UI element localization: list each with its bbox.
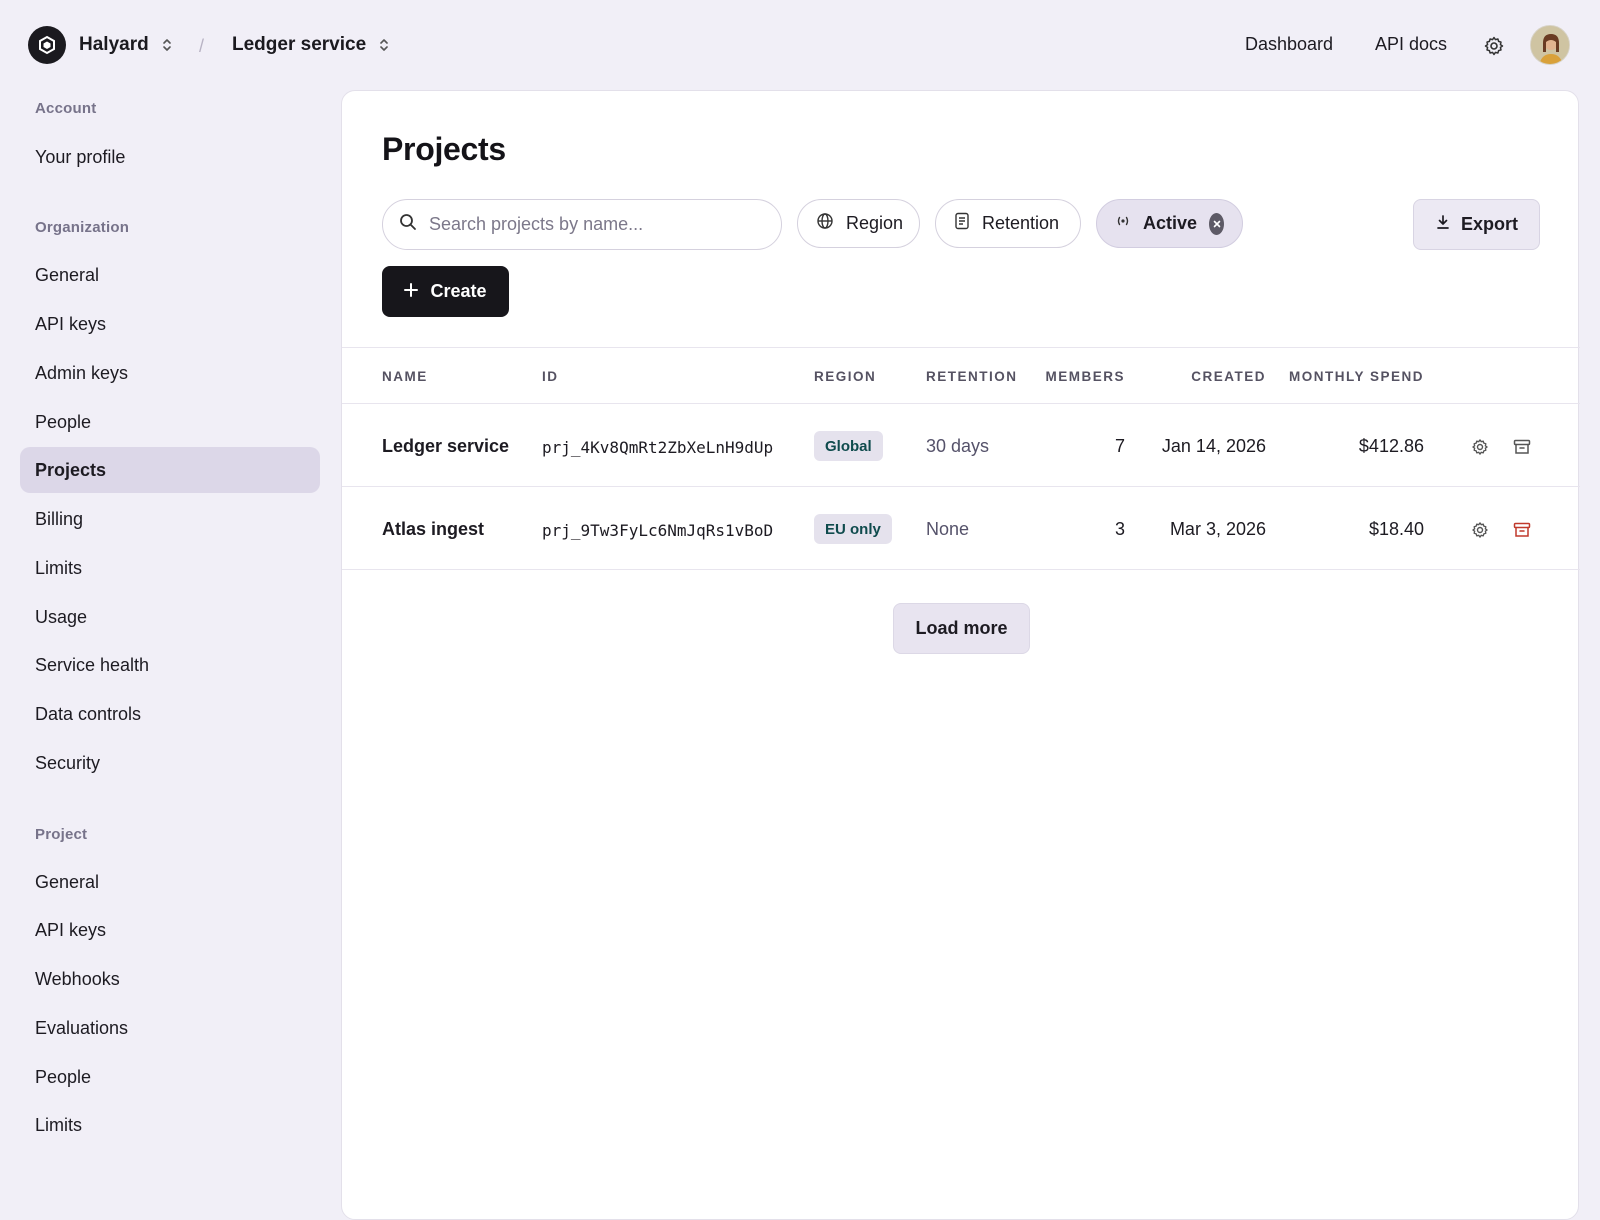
sidebar-item-security[interactable]: Security [20, 740, 320, 786]
project-name-cell[interactable]: Atlas ingest [382, 519, 484, 540]
project-id-cell: prj_4Kv8QmRt2ZbXeLnH9dUp [542, 438, 774, 457]
sidebar-item-projects[interactable]: Projects [20, 447, 320, 493]
column-header-created[interactable]: CREATED [1191, 369, 1266, 384]
clear-filter-close-icon[interactable] [1209, 212, 1224, 235]
settings-gear-icon[interactable] [1482, 34, 1506, 58]
table-row[interactable]: Atlas ingest prj_9Tw3FyLc6NmJqRs1vBoD EU… [342, 487, 1580, 570]
sidebar-item-usage[interactable]: Usage [20, 594, 320, 640]
sidebar-item-project-limits[interactable]: Limits [20, 1102, 320, 1148]
project-name-cell[interactable]: Ledger service [382, 436, 509, 457]
archive-icon[interactable] [1512, 437, 1532, 457]
project-switcher[interactable]: Ledger service [232, 34, 390, 56]
sidebar-item-admin-keys[interactable]: Admin keys [20, 350, 320, 396]
column-header-retention[interactable]: RETENTION [926, 369, 1018, 384]
archive-danger-icon[interactable] [1512, 520, 1532, 540]
active-status-filter[interactable]: Active [1096, 199, 1243, 248]
top-bar: Halyard / Ledger service Dashboard API d… [0, 0, 1600, 90]
members-cell: 3 [1114, 519, 1125, 539]
sidebar-item-service-health[interactable]: Service health [20, 642, 320, 688]
column-header-monthly-spend[interactable]: MONTHLY SPEND [1289, 369, 1424, 384]
sidebar-heading-organization: Organization [35, 219, 130, 236]
sidebar-item-org-people[interactable]: People [20, 399, 320, 445]
org-logo-icon[interactable] [28, 26, 66, 64]
region-filter-label: Region [846, 213, 904, 233]
nav-api-docs-link[interactable]: API docs [1375, 34, 1447, 55]
retention-filter-button[interactable]: Retention [935, 199, 1081, 248]
sidebar-item-org-api-keys[interactable]: API keys [20, 301, 320, 347]
retention-cell: None [926, 519, 970, 539]
sidebar-item-org-limits[interactable]: Limits [20, 545, 320, 591]
sidebar-item-evaluations[interactable]: Evaluations [20, 1005, 320, 1051]
search-icon [399, 213, 417, 236]
chevron-updown-icon [161, 37, 173, 53]
members-cell: 7 [1114, 436, 1125, 456]
project-name: Ledger service [232, 34, 367, 55]
sidebar-item-data-controls[interactable]: Data controls [20, 691, 320, 737]
created-cell: Jan 14, 2026 [1161, 436, 1266, 456]
sidebar-item-project-people[interactable]: People [20, 1054, 320, 1100]
column-header-id: ID [542, 369, 559, 384]
sidebar-item-billing[interactable]: Billing [20, 496, 320, 542]
project-id-cell: prj_9Tw3FyLc6NmJqRs1vBoD [542, 521, 774, 540]
projects-panel: Projects Region Retention Active Export [341, 90, 1580, 1220]
create-label: Create [430, 281, 487, 301]
load-more-button[interactable]: Load more [893, 603, 1030, 654]
column-header-members[interactable]: MEMBERS [1045, 369, 1125, 384]
row-settings-gear-icon[interactable] [1470, 437, 1490, 457]
region-badge: EU only [814, 514, 892, 544]
export-button[interactable]: Export [1413, 199, 1540, 250]
sidebar-item-your-profile[interactable]: Your profile [20, 134, 320, 180]
sidebar-item-project-api-keys[interactable]: API keys [20, 907, 320, 953]
table-header: NAME ID REGION RETENTION MEMBERS CREATED… [342, 347, 1580, 404]
sidebar-heading-project: Project [35, 826, 88, 843]
retention-filter-label: Retention [982, 213, 1060, 233]
monthly-spend-cell: $18.40 [1368, 519, 1424, 539]
plus-icon [404, 281, 419, 302]
create-project-button[interactable]: Create [382, 266, 509, 317]
breadcrumb-separator: / [199, 36, 205, 56]
sidebar-heading-account: Account [35, 100, 97, 117]
nav-dashboard-link[interactable]: Dashboard [1245, 34, 1333, 55]
download-icon [1435, 214, 1451, 235]
region-badge: Global [814, 431, 883, 461]
sidebar-item-org-general[interactable]: General [20, 252, 320, 298]
column-header-region[interactable]: REGION [814, 369, 876, 384]
document-icon [954, 212, 970, 235]
broadcast-icon [1115, 213, 1131, 234]
chevron-updown-icon [378, 37, 390, 53]
org-switcher[interactable]: Halyard [79, 34, 173, 56]
created-cell: Mar 3, 2026 [1169, 519, 1266, 539]
user-avatar[interactable] [1530, 25, 1570, 65]
sidebar-item-webhooks[interactable]: Webhooks [20, 956, 320, 1002]
search-input[interactable] [429, 214, 759, 235]
sidebar-item-project-general[interactable]: General [20, 859, 320, 905]
export-label: Export [1460, 214, 1518, 234]
page-title: Projects [382, 131, 506, 167]
region-filter-button[interactable]: Region [797, 199, 920, 248]
monthly-spend-cell: $412.86 [1358, 436, 1424, 456]
table-row[interactable]: Ledger service prj_4Kv8QmRt2ZbXeLnH9dUp … [342, 404, 1580, 487]
sidebar: Account Your profile Organization Genera… [0, 90, 340, 1200]
row-settings-gear-icon[interactable] [1470, 520, 1490, 540]
org-name: Halyard [79, 34, 149, 55]
retention-cell: 30 days [926, 436, 990, 456]
active-filter-label: Active [1143, 213, 1198, 233]
globe-icon [816, 212, 834, 235]
search-box[interactable] [382, 199, 782, 250]
column-header-name[interactable]: NAME [382, 369, 428, 384]
projects-table: NAME ID REGION RETENTION MEMBERS CREATED… [342, 347, 1580, 570]
